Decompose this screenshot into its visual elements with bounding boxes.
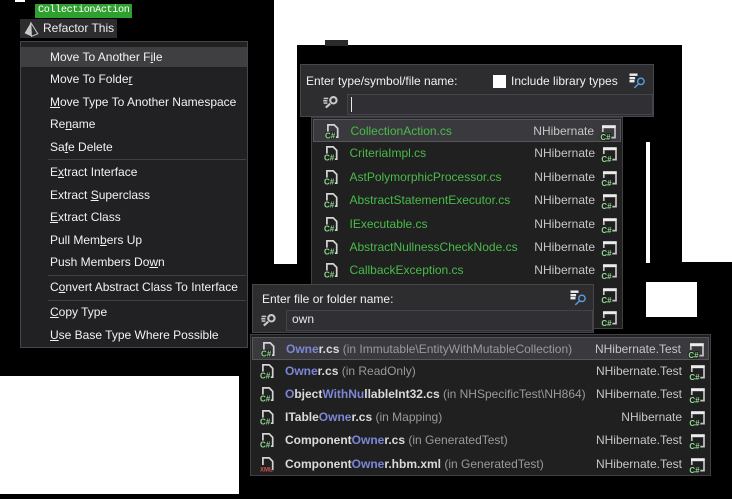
svg-text:C#: C# bbox=[601, 179, 612, 187]
svg-text:C#: C# bbox=[260, 371, 271, 379]
svg-text:C#: C# bbox=[260, 395, 271, 403]
svg-text:C#: C# bbox=[600, 133, 611, 141]
svg-text:C#: C# bbox=[689, 442, 700, 450]
svg-text:C#: C# bbox=[688, 351, 699, 359]
svg-text:C#: C# bbox=[324, 271, 335, 279]
svg-text:C#: C# bbox=[260, 418, 271, 426]
svg-text:C#: C# bbox=[324, 177, 335, 185]
svg-text:C#: C# bbox=[689, 466, 700, 474]
svg-text:C#: C# bbox=[325, 131, 336, 139]
svg-text:C#: C# bbox=[689, 396, 700, 404]
svg-text:C#: C# bbox=[260, 441, 271, 449]
svg-text:C#: C# bbox=[601, 296, 612, 304]
svg-text:C#: C# bbox=[689, 419, 700, 427]
svg-text:C#: C# bbox=[324, 247, 335, 255]
svg-text:C#: C# bbox=[324, 201, 335, 209]
svg-text:C#: C# bbox=[601, 155, 612, 163]
svg-text:C#: C# bbox=[324, 224, 335, 232]
svg-text:C#: C# bbox=[601, 226, 612, 234]
svg-text:C#: C# bbox=[324, 154, 335, 162]
svg-text:C#: C# bbox=[601, 202, 612, 210]
svg-text:XML: XML bbox=[260, 467, 273, 471]
svg-text:C#: C# bbox=[689, 373, 700, 381]
svg-text:C#: C# bbox=[601, 272, 612, 280]
svg-text:C#: C# bbox=[261, 349, 272, 357]
svg-text:C#: C# bbox=[601, 249, 612, 257]
svg-text:C#: C# bbox=[601, 319, 612, 327]
